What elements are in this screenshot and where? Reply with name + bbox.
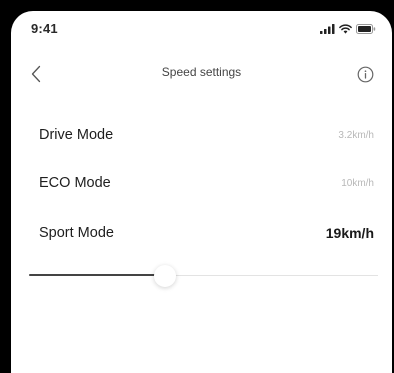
mode-value: 10km/h: [341, 177, 374, 189]
nav-bar: Speed settings: [11, 61, 392, 87]
speed-slider[interactable]: [29, 265, 378, 287]
mode-label: Drive Mode: [39, 127, 114, 143]
mode-value-selected: 19km/h: [325, 225, 374, 241]
wifi-icon: [339, 24, 352, 34]
battery-icon: [356, 24, 376, 34]
mode-label: Sport Mode: [39, 225, 114, 241]
info-circle-icon: [357, 66, 373, 82]
status-bar: 9:41: [11, 11, 392, 45]
mode-row-eco[interactable]: ECO Mode 10km/h: [39, 171, 374, 195]
slider-fill: [29, 274, 166, 276]
status-icons: [320, 23, 376, 35]
info-button[interactable]: [354, 63, 376, 85]
cellular-signal-icon: [320, 24, 335, 34]
slider-thumb[interactable]: [154, 265, 177, 287]
status-time: 9:41: [31, 21, 58, 36]
mode-value: 3.2km/h: [338, 129, 374, 141]
mode-row-drive[interactable]: Drive Mode 3.2km/h: [39, 123, 374, 147]
phone-screen: 9:41 Speed settings Drive Mode 3.2km/h E…: [11, 11, 392, 373]
mode-row-sport[interactable]: Sport Mode 19km/h: [39, 221, 374, 245]
page-title: Speed settings: [161, 65, 242, 79]
mode-label: ECO Mode: [39, 175, 111, 191]
